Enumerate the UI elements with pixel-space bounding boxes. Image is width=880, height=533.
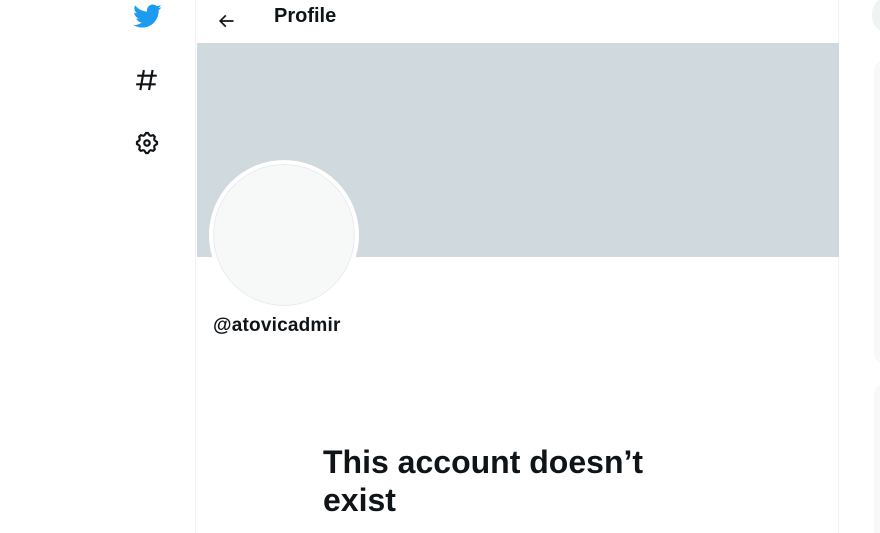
arrow-left-icon [218,14,234,28]
left-nav [0,0,195,533]
twitter-logo-icon[interactable] [127,0,167,36]
page-title: Profile [274,5,337,27]
search-box-edge[interactable] [872,0,880,32]
app-root: Profile @atovicadmir This account doesn’… [0,0,880,533]
profile-handle: @atovicadmir [213,315,341,336]
back-button[interactable] [210,5,242,37]
profile-header: Profile [196,0,839,42]
sidebar-panel [874,384,880,533]
right-sidebar [839,0,880,533]
profile-column: Profile @atovicadmir This account doesn’… [195,0,839,533]
hashtag-icon[interactable] [127,60,167,100]
gear-icon[interactable] [127,123,167,163]
sidebar-panel [874,60,880,364]
empty-state-title: This account doesn’t exist [323,444,644,518]
avatar [209,160,359,310]
